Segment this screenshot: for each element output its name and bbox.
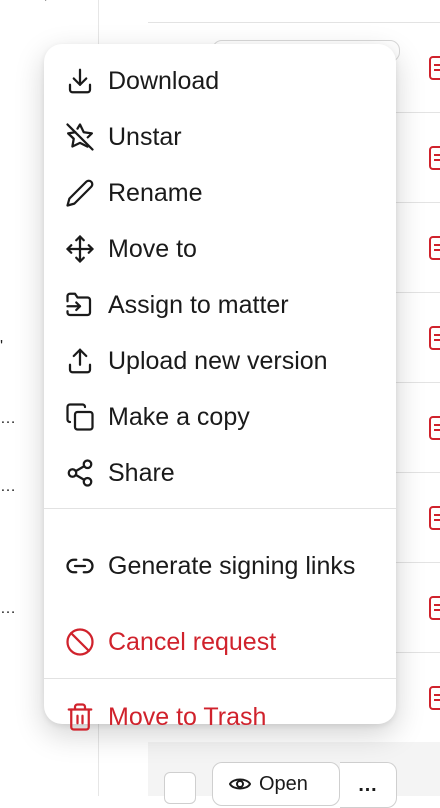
pdf-file-icon <box>428 506 440 530</box>
row-divider <box>148 22 440 23</box>
pdf-file-icon <box>428 596 440 620</box>
context-menu: Download Unstar Rename Move to Assign to… <box>44 44 396 731</box>
link-icon <box>64 550 96 582</box>
menu-divider <box>44 508 396 509</box>
menu-item-label: Make a copy <box>108 403 250 431</box>
truncated-text: … <box>0 478 17 495</box>
pdf-file-icon <box>428 686 440 710</box>
menu-item-label: Generate signing links <box>108 552 356 580</box>
ban-icon <box>64 626 96 658</box>
menu-item-label: Assign to matter <box>108 291 289 319</box>
download-icon <box>64 65 96 97</box>
menu-item-label: Move to <box>108 235 197 263</box>
pdf-file-icon <box>428 146 440 170</box>
menu-item-move-to-trash[interactable]: Move to Trash <box>44 689 396 745</box>
menu-item-label: Share <box>108 459 175 487</box>
menu-item-assign-to-matter[interactable]: Assign to matter <box>44 277 396 333</box>
menu-item-rename[interactable]: Rename <box>44 165 396 221</box>
pdf-file-icon <box>428 416 440 440</box>
menu-item-label: Upload new version <box>108 347 328 375</box>
pdf-file-icon <box>428 236 440 260</box>
truncated-text: ' <box>0 338 5 355</box>
menu-item-label: Unstar <box>108 123 182 151</box>
menu-item-upload-new-version[interactable]: Upload new version <box>44 333 396 389</box>
eye-icon <box>229 778 251 790</box>
menu-divider <box>44 678 396 679</box>
menu-item-make-a-copy[interactable]: Make a copy <box>44 389 396 445</box>
upload-icon <box>64 345 96 377</box>
pdf-file-icon <box>428 326 440 350</box>
open-button[interactable]: Open <box>212 762 340 806</box>
truncated-text: … <box>0 410 17 427</box>
folder-input-icon <box>64 289 96 321</box>
trash-icon <box>64 701 96 733</box>
menu-item-unstar[interactable]: Unstar <box>44 109 396 165</box>
truncated-text: … <box>0 600 17 617</box>
menu-item-move-to[interactable]: Move to <box>44 221 396 277</box>
pencil-icon <box>64 177 96 209</box>
share-icon <box>64 457 96 489</box>
menu-item-label: Move to Trash <box>108 703 267 731</box>
chevron-icon[interactable] <box>44 0 56 2</box>
open-button-label: Open <box>259 772 308 795</box>
menu-item-download[interactable]: Download <box>44 53 396 109</box>
menu-item-generate-signing-links[interactable]: Generate signing links <box>44 521 396 611</box>
menu-item-label: Cancel request <box>108 628 277 656</box>
more-actions-button[interactable]: … <box>340 762 397 808</box>
copy-icon <box>64 401 96 433</box>
star-off-icon <box>64 121 96 153</box>
menu-item-label: Download <box>108 67 220 95</box>
pdf-file-icon <box>428 56 440 80</box>
menu-item-label: Rename <box>108 179 203 207</box>
menu-item-share[interactable]: Share <box>44 445 396 501</box>
move-arrows-icon <box>64 233 96 265</box>
row-checkbox[interactable] <box>164 772 196 804</box>
menu-item-cancel-request[interactable]: Cancel request <box>44 614 396 670</box>
